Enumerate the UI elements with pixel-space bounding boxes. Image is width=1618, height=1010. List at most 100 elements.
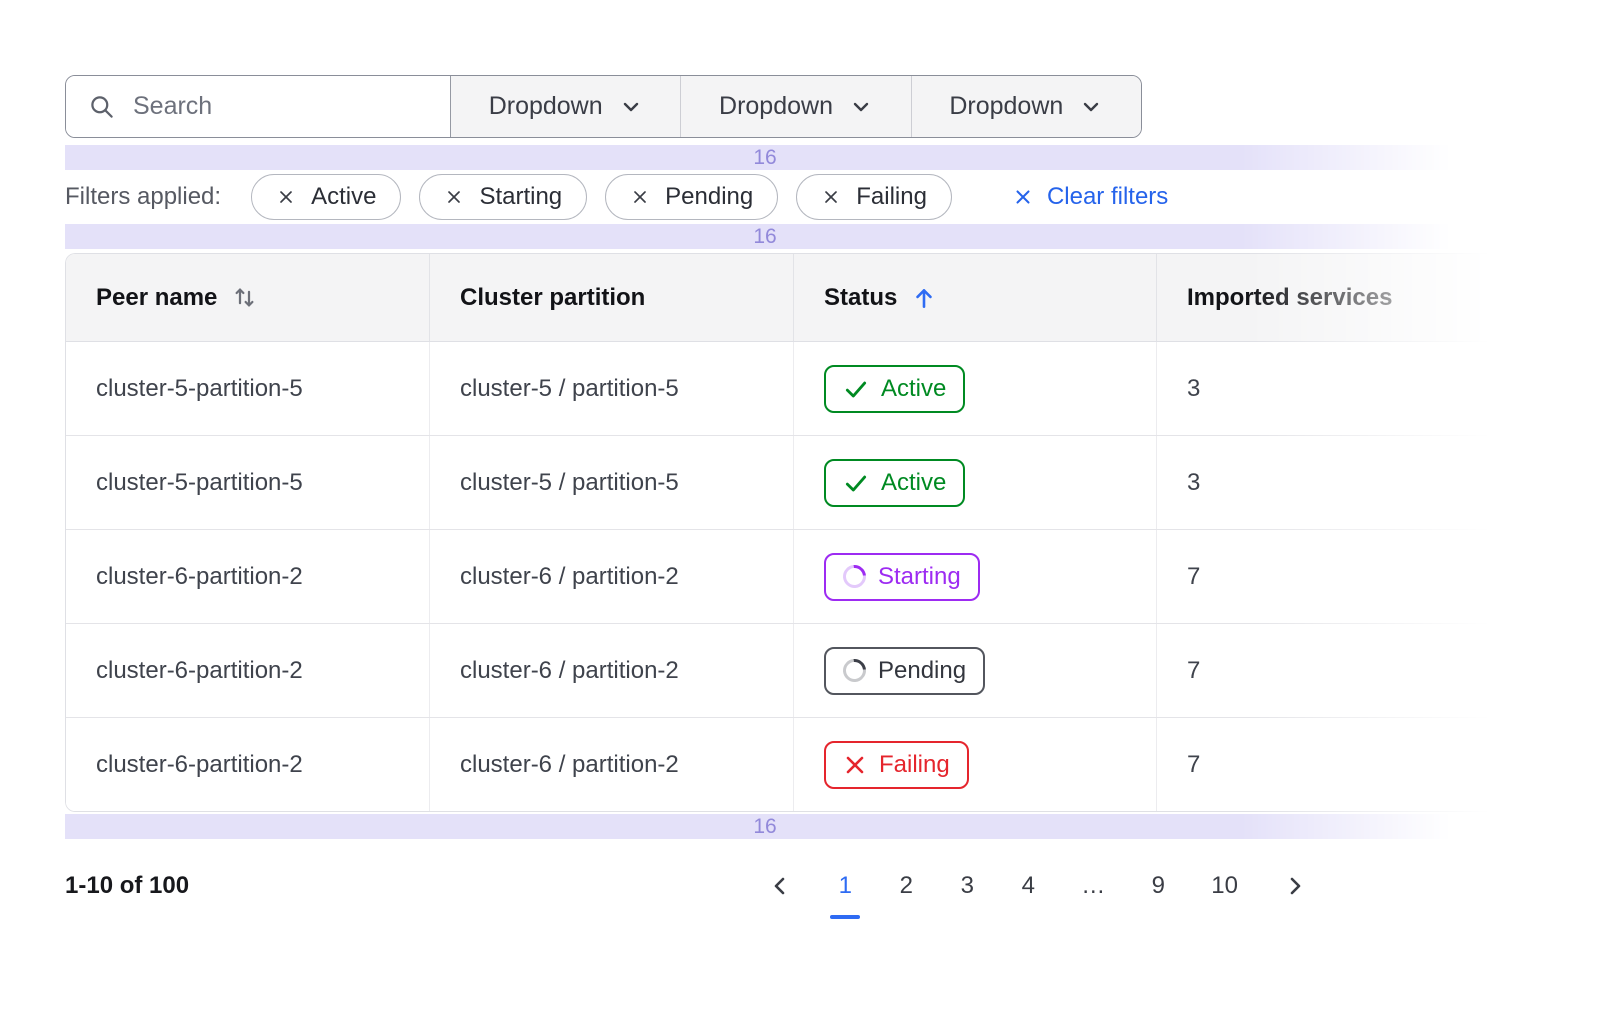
remove-filter-icon[interactable] <box>276 187 296 207</box>
table-row[interactable]: cluster-6-partition-2 cluster-6 / partit… <box>66 718 1504 811</box>
column-header-peer-name[interactable]: Peer name <box>66 254 429 341</box>
applied-filters-row: Filters applied: Active Starting Pending… <box>65 172 1618 222</box>
peer-name-cell: cluster-6-partition-2 <box>66 718 429 811</box>
dropdown-label: Dropdown <box>949 92 1063 121</box>
check-icon <box>843 376 869 402</box>
filter-chip-failing[interactable]: Failing <box>796 174 952 220</box>
cluster-partition-cell: cluster-6 / partition-2 <box>429 718 793 811</box>
status-badge-active: Active <box>824 459 965 507</box>
filter-chip-pending[interactable]: Pending <box>605 174 778 220</box>
table-row[interactable]: cluster-6-partition-2 cluster-6 / partit… <box>66 624 1504 718</box>
spacing-marker-label: 16 <box>753 146 776 170</box>
chevron-right-icon <box>1283 874 1307 898</box>
clear-filters-label: Clear filters <box>1047 183 1168 211</box>
page-button-9[interactable]: 9 <box>1150 872 1166 900</box>
table-row[interactable]: cluster-6-partition-2 cluster-6 / partit… <box>66 530 1504 624</box>
peers-table: Peer name Cluster partition Status <box>65 253 1505 812</box>
remove-filter-icon[interactable] <box>821 187 841 207</box>
column-header-imported-services[interactable]: Imported services <box>1156 254 1504 341</box>
status-badge-starting: Starting <box>824 553 980 601</box>
cluster-partition-cell: cluster-5 / partition-5 <box>429 342 793 435</box>
table-row[interactable]: cluster-5-partition-5 cluster-5 / partit… <box>66 342 1504 436</box>
filters-applied-label: Filters applied: <box>65 183 221 211</box>
peer-name-cell: cluster-6-partition-2 <box>66 530 429 623</box>
spacing-marker: 16 <box>65 224 1465 249</box>
cluster-partition-cell: cluster-6 / partition-2 <box>429 624 793 717</box>
previous-page-button[interactable] <box>768 874 792 898</box>
next-page-button[interactable] <box>1283 874 1307 898</box>
peer-name-cell: cluster-5-partition-5 <box>66 436 429 529</box>
status-cell: Active <box>793 436 1156 529</box>
spinner-icon <box>838 560 870 592</box>
filter-chip-label: Active <box>311 183 376 211</box>
column-header-cluster-partition[interactable]: Cluster partition <box>429 254 793 341</box>
table-header-row: Peer name Cluster partition Status <box>66 254 1504 342</box>
chevron-left-icon <box>768 874 792 898</box>
status-label: Pending <box>878 657 966 685</box>
page-list: 1 2 3 4 … 9 10 <box>768 872 1307 900</box>
clear-filters-x-icon <box>1012 186 1034 208</box>
filter-chip-active[interactable]: Active <box>251 174 401 220</box>
dropdown-button-1[interactable]: Dropdown <box>450 76 680 137</box>
search-input[interactable] <box>131 91 450 122</box>
clear-filters-button[interactable]: Clear filters <box>1012 183 1168 211</box>
remove-filter-icon[interactable] <box>630 187 650 207</box>
dropdown-label: Dropdown <box>489 92 603 121</box>
chevron-down-icon <box>619 95 643 119</box>
filter-chip-starting[interactable]: Starting <box>419 174 587 220</box>
status-badge-failing: Failing <box>824 741 969 789</box>
status-label: Active <box>881 375 946 403</box>
cluster-partition-cell: cluster-6 / partition-2 <box>429 530 793 623</box>
imported-services-cell: 3 <box>1156 342 1504 435</box>
search-field[interactable] <box>66 76 450 137</box>
spacing-marker: 16 <box>65 814 1465 839</box>
pagination-bar: 1-10 of 100 1 2 3 4 … 9 10 <box>65 855 1465 917</box>
filter-toolbar: Dropdown Dropdown Dropdown <box>65 75 1142 138</box>
spinner-icon <box>838 654 870 686</box>
table-row[interactable]: cluster-5-partition-5 cluster-5 / partit… <box>66 436 1504 530</box>
chevron-down-icon <box>1079 95 1103 119</box>
imported-services-cell: 3 <box>1156 436 1504 529</box>
spacing-marker-label: 16 <box>753 815 776 839</box>
status-cell: Failing <box>793 718 1156 811</box>
results-range-label: 1-10 of 100 <box>65 872 189 900</box>
status-cell: Active <box>793 342 1156 435</box>
spacing-marker: 16 <box>65 145 1465 170</box>
imported-services-cell: 7 <box>1156 624 1504 717</box>
page-button-3[interactable]: 3 <box>959 872 975 900</box>
imported-services-cell: 7 <box>1156 530 1504 623</box>
peer-name-cell: cluster-5-partition-5 <box>66 342 429 435</box>
filter-chip-label: Pending <box>665 183 753 211</box>
column-label: Status <box>824 284 897 312</box>
status-label: Active <box>881 469 946 497</box>
filter-chip-label: Failing <box>856 183 927 211</box>
dropdown-button-3[interactable]: Dropdown <box>911 76 1141 137</box>
check-icon <box>843 470 869 496</box>
chevron-down-icon <box>849 95 873 119</box>
dropdown-button-2[interactable]: Dropdown <box>680 76 910 137</box>
imported-services-cell: 7 <box>1156 718 1504 811</box>
status-badge-pending: Pending <box>824 647 985 695</box>
dropdown-label: Dropdown <box>719 92 833 121</box>
column-label: Peer name <box>96 284 217 312</box>
column-label: Cluster partition <box>460 284 645 312</box>
page-button-4[interactable]: 4 <box>1020 872 1036 900</box>
remove-filter-icon[interactable] <box>444 187 464 207</box>
page-ellipsis: … <box>1081 872 1105 900</box>
status-label: Failing <box>879 751 950 779</box>
page-button-1[interactable]: 1 <box>837 872 853 900</box>
column-header-status[interactable]: Status <box>793 254 1156 341</box>
cluster-partition-cell: cluster-5 / partition-5 <box>429 436 793 529</box>
page-button-2[interactable]: 2 <box>898 872 914 900</box>
status-label: Starting <box>878 563 961 591</box>
sort-updown-icon[interactable] <box>231 284 258 311</box>
spacing-marker-label: 16 <box>753 225 776 249</box>
peer-name-cell: cluster-6-partition-2 <box>66 624 429 717</box>
status-badge-active: Active <box>824 365 965 413</box>
sort-ascending-icon[interactable] <box>911 285 937 311</box>
column-label: Imported services <box>1187 284 1392 312</box>
page: Dropdown Dropdown Dropdown 16 Filters ap… <box>0 0 1618 917</box>
x-icon <box>843 753 867 777</box>
page-button-10[interactable]: 10 <box>1211 872 1238 900</box>
filter-chip-label: Starting <box>479 183 562 211</box>
